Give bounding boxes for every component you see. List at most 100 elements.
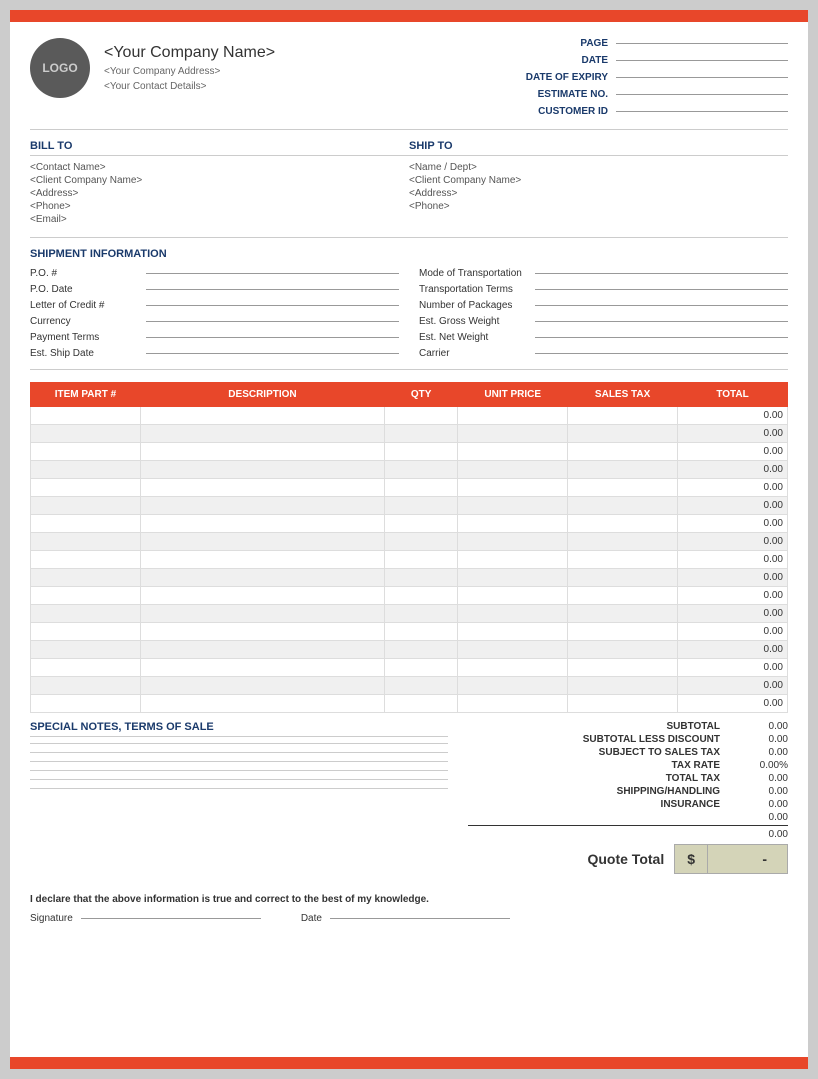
table-cell: 0.00 (678, 695, 788, 713)
totals-label: INSURANCE (550, 799, 720, 810)
meta-info: PAGEDATEDATE OF EXPIRYESTIMATE NO.CUSTOM… (508, 38, 788, 117)
table-cell (140, 569, 384, 587)
table-cell (568, 533, 678, 551)
totals-row: SUBTOTAL0.00 (468, 721, 788, 732)
totals-row: SUBJECT TO SALES TAX0.00 (468, 747, 788, 758)
table-cell (568, 605, 678, 623)
table-row: 0.00 (31, 533, 788, 551)
shipment-field-line (535, 305, 788, 306)
quote-total-label: Quote Total (587, 851, 674, 867)
quote-total-currency: $ (674, 844, 708, 874)
table-row: 0.00 (31, 659, 788, 677)
shipment-field-label: Currency (30, 316, 140, 327)
shipment-field-label: Mode of Transportation (419, 268, 529, 279)
notes-section: SPECIAL NOTES, TERMS OF SALE (30, 721, 448, 874)
table-cell (458, 461, 568, 479)
bill-to-section: BILL TO <Contact Name><Client Company Na… (30, 140, 409, 227)
table-header-cell: SALES TAX (568, 383, 678, 407)
table-header-cell: QTY (385, 383, 458, 407)
table-cell (458, 641, 568, 659)
shipment-field-row: Carrier (419, 348, 788, 359)
table-cell (385, 533, 458, 551)
table-cell: 0.00 (678, 623, 788, 641)
table-cell: 0.00 (678, 461, 788, 479)
table-cell: 0.00 (678, 425, 788, 443)
table-cell (140, 641, 384, 659)
table-row: 0.00 (31, 641, 788, 659)
totals-row: 0.00 (468, 812, 788, 823)
table-cell (568, 479, 678, 497)
table-cell (458, 533, 568, 551)
table-cell (31, 515, 141, 533)
shipment-field-line (146, 337, 399, 338)
table-cell: 0.00 (678, 677, 788, 695)
table-cell (31, 551, 141, 569)
table-cell (458, 695, 568, 713)
table-cell (568, 551, 678, 569)
table-cell (385, 623, 458, 641)
table-row: 0.00 (31, 695, 788, 713)
table-cell (568, 443, 678, 461)
table-cell (458, 425, 568, 443)
totals-value: 0.00 (728, 721, 788, 732)
shipment-field-label: Carrier (419, 348, 529, 359)
totals-section: SUBTOTAL0.00SUBTOTAL LESS DISCOUNT0.00SU… (468, 721, 788, 874)
table-cell (31, 695, 141, 713)
table-cell (385, 497, 458, 515)
shipment-field-line (146, 273, 399, 274)
shipment-field-label: Letter of Credit # (30, 300, 140, 311)
table-row: 0.00 (31, 605, 788, 623)
shipment-field-row: Number of Packages (419, 300, 788, 311)
shipment-field-line (146, 353, 399, 354)
shipment-col-right: Mode of TransportationTransportation Ter… (419, 268, 788, 359)
signature-item: Signature (30, 913, 261, 924)
bill-to-line: <Contact Name> (30, 162, 409, 173)
shipment-field-row: Est. Gross Weight (419, 316, 788, 327)
table-cell (31, 407, 141, 425)
notes-lines (30, 743, 448, 792)
shipment-field-row: P.O. Date (30, 284, 399, 295)
shipment-field-label: Est. Net Weight (419, 332, 529, 343)
totals-value: 0.00 (728, 829, 788, 840)
table-row: 0.00 (31, 461, 788, 479)
table-cell (458, 407, 568, 425)
meta-line (616, 111, 788, 112)
header-section: LOGO <Your Company Name> <Your Company A… (30, 38, 788, 130)
meta-row: ESTIMATE NO. (508, 89, 788, 100)
meta-line (616, 60, 788, 61)
shipment-field-row: Mode of Transportation (419, 268, 788, 279)
table-cell (385, 641, 458, 659)
shipment-field-row: Payment Terms (30, 332, 399, 343)
meta-row: PAGE (508, 38, 788, 49)
meta-label: DATE OF EXPIRY (508, 72, 608, 83)
table-cell (385, 425, 458, 443)
table-cell (385, 443, 458, 461)
table-cell (31, 605, 141, 623)
table-cell (140, 659, 384, 677)
bill-ship-section: BILL TO <Contact Name><Client Company Na… (30, 130, 788, 238)
top-bar (10, 10, 808, 22)
table-cell (140, 551, 384, 569)
bottom-section: SPECIAL NOTES, TERMS OF SALE SUBTOTAL0.0… (30, 721, 788, 874)
notes-line (30, 761, 448, 762)
company-contact: <Your Contact Details> (104, 81, 275, 92)
table-cell (140, 461, 384, 479)
shipment-field-row: Est. Net Weight (419, 332, 788, 343)
shipment-field-label: Est. Gross Weight (419, 316, 529, 327)
table-cell: 0.00 (678, 407, 788, 425)
table-cell (140, 533, 384, 551)
company-info: LOGO <Your Company Name> <Your Company A… (30, 38, 275, 98)
totals-value: 0.00 (728, 734, 788, 745)
table-cell (458, 677, 568, 695)
table-cell (31, 479, 141, 497)
table-row: 0.00 (31, 425, 788, 443)
table-cell (568, 659, 678, 677)
table-cell: 0.00 (678, 587, 788, 605)
table-cell (568, 515, 678, 533)
table-cell (458, 587, 568, 605)
totals-row: SHIPPING/HANDLING0.00 (468, 786, 788, 797)
shipment-field-label: Est. Ship Date (30, 348, 140, 359)
table-cell (31, 461, 141, 479)
meta-label: CUSTOMER ID (508, 106, 608, 117)
totals-value: 0.00 (728, 786, 788, 797)
